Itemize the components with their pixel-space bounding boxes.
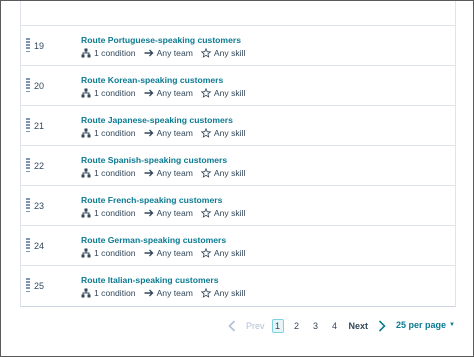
route-name-link[interactable]: Route Spanish-speaking customers xyxy=(81,155,227,165)
condition-tree-icon xyxy=(81,288,91,298)
condition-tree-icon xyxy=(81,208,91,218)
caret-down-icon: ▼ xyxy=(449,322,455,328)
team-value: Any team xyxy=(156,288,193,298)
row-priority-number: 24 xyxy=(34,241,45,251)
table-row: 22 Route Spanish-speaking customers 1 co… xyxy=(21,146,455,186)
condition-count: 1 condition xyxy=(94,288,136,298)
skill-value: Any skill xyxy=(213,48,246,58)
route-name-link[interactable]: Route Japanese-speaking customers xyxy=(81,115,233,125)
star-icon xyxy=(200,208,211,218)
drag-handle-icon[interactable] xyxy=(26,278,30,292)
table-row: 19 Route Portuguese-speaking customers 1… xyxy=(21,26,455,66)
star-icon xyxy=(200,48,211,58)
arrow-right-icon xyxy=(144,288,154,298)
route-summary: 1 condition Any team Any skill xyxy=(81,287,245,299)
condition-tree-icon xyxy=(81,248,91,258)
team-value: Any team xyxy=(156,208,193,218)
drag-handle-icon[interactable] xyxy=(26,38,30,52)
next-page-button[interactable]: Next xyxy=(349,321,369,331)
skill-value: Any skill xyxy=(213,248,246,258)
condition-tree-icon xyxy=(81,48,91,58)
skill-value: Any skill xyxy=(213,208,246,218)
condition-count: 1 condition xyxy=(94,208,136,218)
drag-handle-icon[interactable] xyxy=(26,118,30,132)
arrow-right-icon xyxy=(144,88,154,98)
route-summary: 1 condition Any team Any skill xyxy=(81,47,245,59)
team-value: Any team xyxy=(156,128,193,138)
route-name-link[interactable]: Route French-speaking customers xyxy=(81,195,222,205)
row-priority-number: 19 xyxy=(34,41,45,51)
condition-count: 1 condition xyxy=(94,128,136,138)
drag-handle-icon[interactable] xyxy=(26,238,30,252)
arrow-right-icon xyxy=(144,168,154,178)
route-name-link[interactable]: Route Italian-speaking customers xyxy=(81,275,219,285)
row-priority-number: 20 xyxy=(34,81,45,91)
arrow-right-icon xyxy=(144,208,154,218)
row-priority-number: 22 xyxy=(34,161,45,171)
row-priority-number: 23 xyxy=(34,201,45,211)
condition-count: 1 condition xyxy=(94,88,136,98)
page-1-button[interactable]: 1 xyxy=(271,319,284,333)
route-summary: 1 condition Any team Any skill xyxy=(81,247,245,259)
team-value: Any team xyxy=(156,88,193,98)
row-priority-number: 25 xyxy=(34,281,45,291)
condition-tree-icon xyxy=(81,168,91,178)
route-summary: 1 condition Any team Any skill xyxy=(81,87,245,99)
row-priority-number: 21 xyxy=(34,121,45,131)
route-name-link[interactable]: Route German-speaking customers xyxy=(81,235,226,245)
prev-page-button[interactable]: Prev xyxy=(246,321,265,331)
drag-handle-icon[interactable] xyxy=(26,198,30,212)
skill-value: Any skill xyxy=(213,88,246,98)
per-page-label: 25 per page xyxy=(396,320,447,330)
route-summary: 1 condition Any team Any skill xyxy=(81,167,245,179)
arrow-right-icon xyxy=(144,248,154,258)
star-icon xyxy=(200,248,211,258)
table-row: 23 Route French-speaking customers 1 con… xyxy=(21,186,455,226)
star-icon xyxy=(200,88,211,98)
page-3-button[interactable]: 3 xyxy=(310,319,322,333)
route-name-link[interactable]: Route Korean-speaking customers xyxy=(81,75,223,85)
skill-value: Any skill xyxy=(213,288,246,298)
route-name-link[interactable]: Route Portuguese-speaking customers xyxy=(81,35,241,45)
star-icon xyxy=(200,128,211,138)
condition-tree-icon xyxy=(81,128,91,138)
arrow-right-icon xyxy=(144,128,154,138)
page-2-button[interactable]: 2 xyxy=(291,319,303,333)
team-value: Any team xyxy=(156,168,193,178)
condition-tree-icon xyxy=(81,88,91,98)
condition-count: 1 condition xyxy=(94,248,136,258)
per-page-dropdown[interactable]: 25 per page ▼ xyxy=(396,320,455,330)
chevron-left-icon xyxy=(227,319,237,333)
table-row: 24 Route German-speaking customers 1 con… xyxy=(21,226,455,266)
star-icon xyxy=(200,168,211,178)
page-4-button[interactable]: 4 xyxy=(329,319,341,333)
condition-count: 1 condition xyxy=(94,48,136,58)
table-row: 21 Route Japanese-speaking customers 1 c… xyxy=(21,106,455,146)
team-value: Any team xyxy=(156,248,193,258)
star-icon xyxy=(200,288,211,298)
route-summary: 1 condition Any team Any skill xyxy=(81,207,245,219)
chevron-right-icon[interactable] xyxy=(377,319,387,333)
pagination: Prev 1 2 3 4 Next xyxy=(227,317,387,335)
skill-value: Any skill xyxy=(213,168,246,178)
route-summary: 1 condition Any team Any skill xyxy=(81,127,245,139)
table-top-edge xyxy=(20,1,456,25)
routing-rules-table: 19 Route Portuguese-speaking customers 1… xyxy=(20,25,456,307)
table-row: 25 Route Italian-speaking customers 1 co… xyxy=(21,266,455,306)
skill-value: Any skill xyxy=(213,128,246,138)
drag-handle-icon[interactable] xyxy=(26,158,30,172)
table-row: 20 Route Korean-speaking customers 1 con… xyxy=(21,66,455,106)
arrow-right-icon xyxy=(144,48,154,58)
condition-count: 1 condition xyxy=(94,168,136,178)
team-value: Any team xyxy=(156,48,193,58)
screenshot-frame: 19 Route Portuguese-speaking customers 1… xyxy=(0,0,474,357)
drag-handle-icon[interactable] xyxy=(26,78,30,92)
